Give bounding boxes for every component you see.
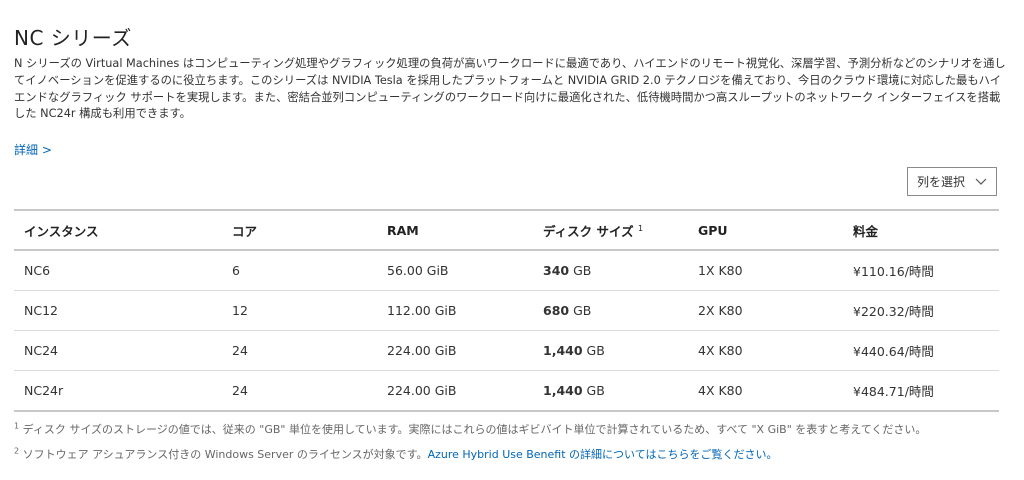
disk-unit: GB xyxy=(573,263,592,278)
cell-price: ¥110.16/時間 xyxy=(843,250,999,291)
header-cores: コア xyxy=(222,209,377,251)
cell-ram: 224.00 GiB xyxy=(377,330,533,371)
table-row: NC6 6 56.00 GiB 340 GB 1X K80 ¥110.16/時間 xyxy=(14,250,999,291)
page-title: NC シリーズ xyxy=(14,26,132,50)
cell-ram: 112.00 GiB xyxy=(377,290,533,331)
cell-instance: NC12 xyxy=(14,290,222,331)
series-description: N シリーズの Virtual Machines はコンピューティング処理やグラ… xyxy=(14,57,1006,121)
more-details-link[interactable]: 詳細 > xyxy=(14,141,52,158)
cell-cores: 6 xyxy=(222,250,377,291)
footnote-1-text: ディスク サイズのストレージの値では、従来の "GB" 単位を使用しています。実… xyxy=(22,423,927,436)
footnote-2-mark: 2 xyxy=(14,446,20,456)
table-row: NC24 24 224.00 GiB 1,440 GB 4X K80 ¥440.… xyxy=(14,330,999,371)
column-select-label: 列を選択 xyxy=(916,175,965,189)
cell-gpu: 4X K80 xyxy=(688,330,843,371)
cell-price: ¥440.64/時間 xyxy=(843,330,999,371)
footnote-1-mark: 1 xyxy=(14,421,20,431)
header-gpu: GPU xyxy=(688,209,843,251)
disk-value: 680 xyxy=(543,303,570,318)
cell-ram: 224.00 GiB xyxy=(377,370,533,412)
disk-value: 1,440 xyxy=(543,343,583,358)
cell-gpu: 4X K80 xyxy=(688,370,843,412)
column-select-button[interactable]: 列を選択 xyxy=(907,167,997,196)
cell-price: ¥484.71/時間 xyxy=(843,370,999,412)
header-disk: ディスク サイズ 1 xyxy=(533,209,688,251)
footnote-2-text: ソフトウェア アシュアランス付きの Windows Server のライセンスが… xyxy=(22,448,428,461)
header-disk-label: ディスク サイズ xyxy=(543,223,634,239)
header-price: 料金 xyxy=(843,209,999,251)
cell-disk: 340 GB xyxy=(533,250,688,291)
disk-value: 1,440 xyxy=(543,383,583,398)
cell-instance: NC24 xyxy=(14,330,222,371)
table-row: NC12 12 112.00 GiB 680 GB 2X K80 ¥220.32… xyxy=(14,290,999,331)
footnote-1: 1 ディスク サイズのストレージの値では、従来の "GB" 単位を使用しています… xyxy=(14,421,926,437)
cell-instance: NC6 xyxy=(14,250,222,291)
cell-disk: 680 GB xyxy=(533,290,688,331)
disk-unit: GB xyxy=(586,343,605,358)
cell-instance: NC24r xyxy=(14,370,222,412)
disk-value: 340 xyxy=(543,263,570,278)
chevron-down-icon xyxy=(975,178,987,185)
disk-unit: GB xyxy=(573,303,592,318)
cell-disk: 1,440 GB xyxy=(533,330,688,371)
table-header-row: インスタンス コア RAM ディスク サイズ 1 GPU 料金 xyxy=(14,209,999,251)
cell-gpu: 2X K80 xyxy=(688,290,843,331)
footnote-2: 2 ソフトウェア アシュアランス付きの Windows Server のライセン… xyxy=(14,446,778,462)
disk-unit: GB xyxy=(586,383,605,398)
cell-gpu: 1X K80 xyxy=(688,250,843,291)
pricing-table: インスタンス コア RAM ディスク サイズ 1 GPU 料金 NC6 6 56… xyxy=(14,209,999,412)
table-row: NC24r 24 224.00 GiB 1,440 GB 4X K80 ¥484… xyxy=(14,370,999,412)
cell-cores: 24 xyxy=(222,370,377,412)
header-ram: RAM xyxy=(377,209,533,251)
cell-price: ¥220.32/時間 xyxy=(843,290,999,331)
cell-ram: 56.00 GiB xyxy=(377,250,533,291)
page: NC シリーズ N シリーズの Virtual Machines はコンピューテ… xyxy=(0,0,1024,480)
cell-disk: 1,440 GB xyxy=(533,370,688,412)
header-instance: インスタンス xyxy=(14,209,222,251)
cell-cores: 24 xyxy=(222,330,377,371)
cell-cores: 12 xyxy=(222,290,377,331)
footnote-ref-1: 1 xyxy=(637,223,644,233)
hybrid-benefit-link[interactable]: Azure Hybrid Use Benefit の詳細についてはこちらをご覧く… xyxy=(428,448,778,461)
